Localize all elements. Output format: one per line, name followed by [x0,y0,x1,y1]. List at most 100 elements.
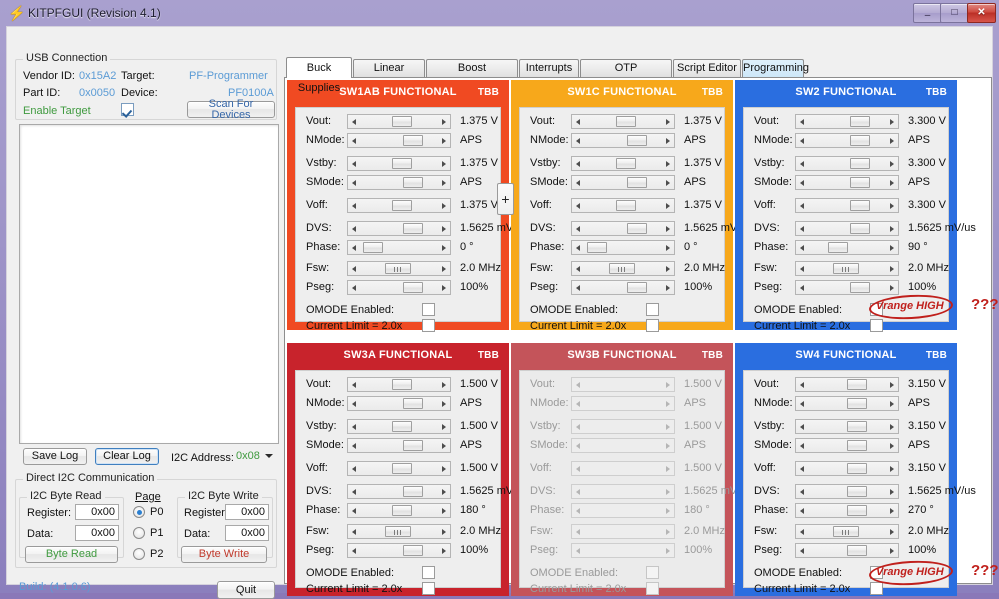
slider-right-arrow-icon[interactable] [437,134,450,147]
slider-dvs[interactable] [571,484,675,499]
slider-thumb-voff[interactable] [847,463,867,474]
slider-right-arrow-icon[interactable] [437,462,450,475]
slider-right-arrow-icon[interactable] [885,397,898,410]
slider-right-arrow-icon[interactable] [437,397,450,410]
slider-right-arrow-icon[interactable] [661,504,674,517]
slider-vout[interactable] [795,377,899,392]
slider-right-arrow-icon[interactable] [661,241,674,254]
slider-left-arrow-icon[interactable] [796,420,809,433]
slider-right-arrow-icon[interactable] [661,222,674,235]
page-radio-p2[interactable] [133,548,145,560]
slider-left-arrow-icon[interactable] [348,134,361,147]
slider-dvs[interactable] [571,221,675,236]
slider-thumb-nmode[interactable] [850,135,870,146]
slider-right-arrow-icon[interactable] [437,525,450,538]
log-output-textarea[interactable] [19,124,279,444]
slider-left-arrow-icon[interactable] [796,199,809,212]
current-limit-checkbox[interactable] [422,582,435,595]
i2c-address-dropdown[interactable]: 0x08 [235,448,275,465]
slider-thumb-voff[interactable] [392,200,412,211]
slider-thumb-pseg[interactable] [627,282,647,293]
slider-vstby[interactable] [795,156,899,171]
tab-linear-supplies[interactable]: Linear Supplies [353,59,425,91]
tab-boost-supply-misc[interactable]: Boost Supply/Misc [426,59,518,91]
slider-voff[interactable] [571,461,675,476]
slider-left-arrow-icon[interactable] [796,525,809,538]
current-limit-checkbox[interactable] [870,582,883,595]
slider-vstby[interactable] [347,156,451,171]
slider-thumb-vout[interactable] [392,116,412,127]
slider-right-arrow-icon[interactable] [885,525,898,538]
slider-left-arrow-icon[interactable] [348,176,361,189]
slider-thumb-fsw[interactable] [385,526,411,537]
slider-right-arrow-icon[interactable] [661,134,674,147]
slider-thumb-smode[interactable] [627,177,647,188]
slider-thumb-voff[interactable] [392,463,412,474]
slider-nmode[interactable] [795,133,899,148]
slider-right-arrow-icon[interactable] [885,199,898,212]
slider-thumb-vstby[interactable] [850,158,870,169]
slider-vout[interactable] [571,377,675,392]
slider-thumb-vstby[interactable] [847,421,867,432]
slider-left-arrow-icon[interactable] [348,262,361,275]
slider-thumb-fsw[interactable] [833,263,859,274]
slider-phase[interactable] [347,503,451,518]
slider-thumb-vout[interactable] [847,379,867,390]
slider-dvs[interactable] [347,221,451,236]
omode-enabled-checkbox[interactable] [422,303,435,316]
tab-programming[interactable]: Programming [742,59,809,78]
slider-left-arrow-icon[interactable] [348,485,361,498]
slider-right-arrow-icon[interactable] [437,157,450,170]
slider-dvs[interactable] [347,484,451,499]
slider-left-arrow-icon[interactable] [348,544,361,557]
slider-right-arrow-icon[interactable] [437,544,450,557]
slider-vstby[interactable] [795,419,899,434]
slider-right-arrow-icon[interactable] [437,199,450,212]
slider-left-arrow-icon[interactable] [348,157,361,170]
slider-thumb-pseg[interactable] [847,545,867,556]
slider-dvs[interactable] [795,484,899,499]
slider-right-arrow-icon[interactable] [885,420,898,433]
slider-right-arrow-icon[interactable] [661,199,674,212]
slider-vout[interactable] [795,114,899,129]
slider-right-arrow-icon[interactable] [437,439,450,452]
slider-smode[interactable] [571,438,675,453]
slider-thumb-phase[interactable] [828,242,848,253]
slider-right-arrow-icon[interactable] [437,504,450,517]
slider-right-arrow-icon[interactable] [885,378,898,391]
slider-left-arrow-icon[interactable] [796,134,809,147]
slider-right-arrow-icon[interactable] [885,439,898,452]
slider-right-arrow-icon[interactable] [661,176,674,189]
slider-thumb-smode[interactable] [403,177,423,188]
slider-thumb-smode[interactable] [850,177,870,188]
current-limit-checkbox[interactable] [422,319,435,332]
slider-phase[interactable] [795,503,899,518]
slider-left-arrow-icon[interactable] [348,378,361,391]
slider-left-arrow-icon[interactable] [796,544,809,557]
slider-right-arrow-icon[interactable] [885,157,898,170]
slider-right-arrow-icon[interactable] [661,157,674,170]
slider-thumb-voff[interactable] [850,200,870,211]
slider-left-arrow-icon[interactable] [572,134,585,147]
slider-vout[interactable] [571,114,675,129]
slider-nmode[interactable] [571,133,675,148]
slider-fsw[interactable] [795,261,899,276]
slider-left-arrow-icon[interactable] [348,397,361,410]
slider-left-arrow-icon[interactable] [796,157,809,170]
slider-smode[interactable] [347,438,451,453]
page-radio-p1[interactable] [133,527,145,539]
slider-right-arrow-icon[interactable] [661,420,674,433]
slider-left-arrow-icon[interactable] [348,199,361,212]
slider-left-arrow-icon[interactable] [796,262,809,275]
slider-voff[interactable] [795,198,899,213]
slider-right-arrow-icon[interactable] [437,485,450,498]
slider-thumb-vstby[interactable] [616,158,636,169]
slider-thumb-vstby[interactable] [392,421,412,432]
slider-voff[interactable] [571,198,675,213]
slider-left-arrow-icon[interactable] [796,241,809,254]
slider-left-arrow-icon[interactable] [572,462,585,475]
slider-smode[interactable] [795,438,899,453]
slider-nmode[interactable] [571,396,675,411]
slider-right-arrow-icon[interactable] [885,485,898,498]
slider-right-arrow-icon[interactable] [885,115,898,128]
